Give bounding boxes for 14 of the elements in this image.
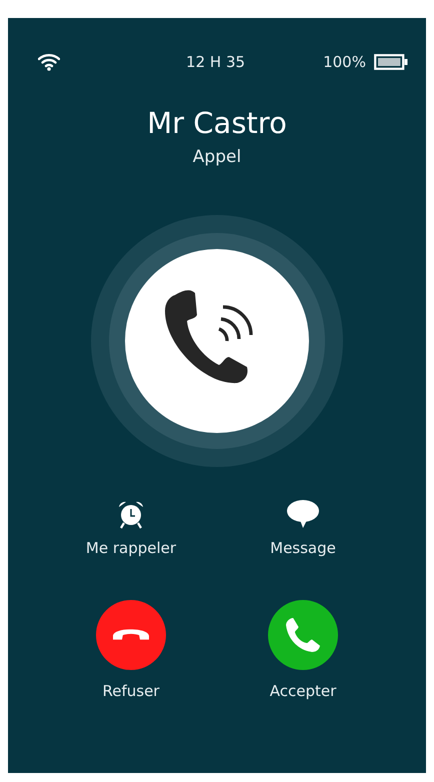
action-button[interactable]: Message [270,537,336,560]
wifi-icon [38,53,60,71]
battery-icon [374,54,408,70]
caller-name: Mr Castro [146,106,288,141]
button-label: Refuser [102,680,160,702]
alarm-clock-icon [116,499,146,530]
speech-bubble-icon [286,499,320,530]
phone-icon [286,618,320,652]
hang-up-icon [113,629,149,640]
call-status: Appel [192,146,242,168]
status-time: 12 H 35 [186,52,246,73]
battery-percent: 100% [323,52,366,73]
button-label: Accepter [270,680,336,702]
action-button[interactable]: Me rappeler [86,537,176,560]
